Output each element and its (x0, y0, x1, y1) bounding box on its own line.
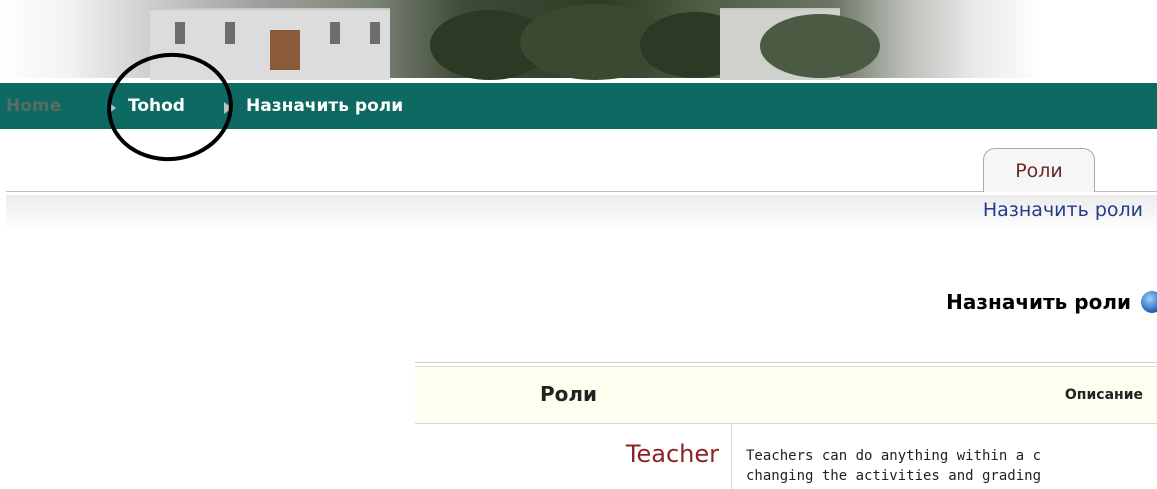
building-door (270, 30, 300, 70)
help-icon[interactable] (1141, 291, 1157, 313)
building-window (330, 22, 340, 44)
breadcrumb-course-link[interactable]: Tohod (128, 96, 185, 116)
header-banner-image (0, 0, 1157, 80)
column-header-description: Описание (1064, 387, 1143, 403)
building-window (175, 22, 185, 44)
column-header-roles: Роли (540, 382, 598, 406)
page-title: Назначить роли (946, 290, 1131, 314)
banner-edge (1145, 0, 1157, 78)
table-row-border (415, 423, 1157, 424)
tab-roles[interactable]: Роли (983, 148, 1095, 192)
breadcrumb-current-page: Назначить роли (246, 96, 404, 116)
tree-shape (760, 14, 880, 78)
building-window (370, 22, 380, 44)
building-window (225, 22, 235, 44)
breadcrumb-home-link[interactable]: Home (6, 96, 61, 116)
role-description: Teachers can do anything within a c chan… (746, 446, 1041, 486)
role-link-teacher[interactable]: Teacher (626, 440, 719, 468)
role-description-line: changing the activities and grading (746, 468, 1042, 484)
breadcrumb-arrow-icon (224, 102, 232, 114)
breadcrumb-arrow-icon (108, 102, 116, 114)
table-column-divider (731, 424, 732, 489)
tab-roles-label: Роли (1015, 159, 1063, 182)
table-border (415, 362, 1157, 363)
subtab-assign-roles-link[interactable]: Назначить роли (983, 199, 1143, 221)
role-description-line: Teachers can do anything within a c (746, 448, 1042, 464)
table-header (415, 366, 1157, 423)
